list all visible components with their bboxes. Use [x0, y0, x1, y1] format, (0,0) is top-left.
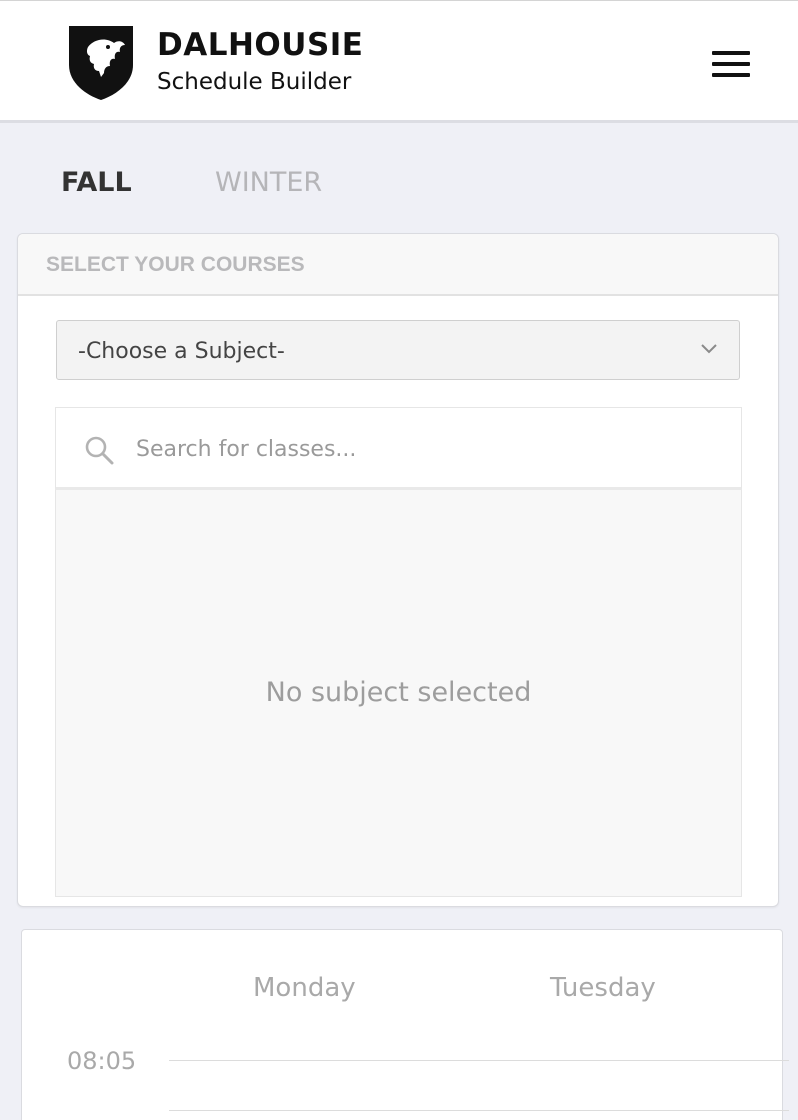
- day-header-monday: Monday: [253, 973, 356, 1003]
- tab-fall[interactable]: FALL: [61, 167, 132, 198]
- chevron-down-icon: [701, 344, 717, 354]
- hamburger-menu-icon[interactable]: [712, 51, 750, 79]
- class-search-bar: [55, 407, 742, 490]
- search-icon: [85, 436, 114, 465]
- class-results-list: No subject selected: [55, 490, 742, 897]
- time-grid-line: [169, 1060, 789, 1061]
- weekly-schedule: Monday Tuesday 08:05: [21, 929, 789, 1120]
- search-input[interactable]: [136, 432, 716, 466]
- time-label: 08:05: [67, 1047, 137, 1075]
- app-header: DALHOUSIE Schedule Builder: [0, 0, 798, 123]
- card-header: SELECT YOUR COURSES: [18, 234, 778, 296]
- shield-eagle-icon[interactable]: [68, 25, 134, 101]
- time-grid-line: [169, 1110, 789, 1111]
- brand-title: DALHOUSIE: [157, 27, 364, 63]
- empty-state-message: No subject selected: [265, 677, 532, 708]
- subject-select[interactable]: -Choose a Subject-: [56, 320, 740, 380]
- tab-winter[interactable]: WINTER: [215, 167, 322, 198]
- day-header-tuesday: Tuesday: [550, 973, 656, 1003]
- card-title: SELECT YOUR COURSES: [46, 253, 305, 276]
- brand-subtitle: Schedule Builder: [157, 69, 352, 95]
- subject-select-value: -Choose a Subject-: [78, 339, 285, 364]
- course-selection-card: SELECT YOUR COURSES -Choose a Subject- N…: [17, 233, 779, 907]
